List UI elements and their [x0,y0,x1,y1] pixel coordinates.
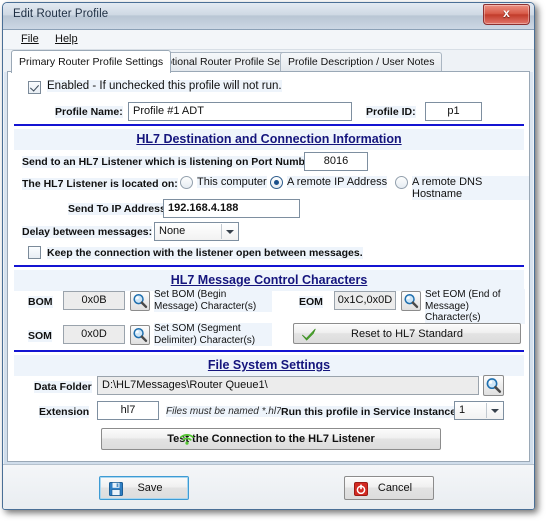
dialog-footer: Save Cancel [3,464,534,509]
bom-input[interactable]: 0x0B [63,291,125,310]
cancel-button[interactable]: Cancel [344,476,434,500]
tab-description-label: Profile Description / User Notes [288,56,435,68]
eom-label: EOM [299,296,323,308]
magnifier-icon [486,378,502,393]
eom-description: Set EOM (End of Message) Character(s) [425,289,525,324]
magnifier-icon [133,328,148,343]
tab-profile-description-user-notes[interactable]: Profile Description / User Notes [280,52,443,72]
reset-to-hl7-standard-label: Reset to HL7 Standard [351,328,463,340]
delay-combobox[interactable]: None [154,222,239,241]
section-title-destination: HL7 Destination and Connection Informati… [14,129,524,150]
extension-note: Files must be named *.hl7 [166,406,282,417]
bom-label: BOM [28,296,53,308]
delay-label: Delay between messages: [22,226,153,238]
edit-router-profile-window: Edit Router Profile x File Help Primary … [2,2,535,510]
chevron-down-icon [491,409,499,413]
extension-input[interactable]: hl7 [97,401,159,420]
radio-this-computer-label: This computer [197,176,267,188]
keep-connection-open-label: Keep the connection with the listener op… [47,247,363,259]
test-connection-button[interactable]: Test the Connection to the HL7 Listener [101,428,441,450]
set-eom-magnifier-button[interactable] [401,291,421,311]
test-connection-label: Test the Connection to the HL7 Listener [167,433,375,445]
menu-item-file-label: File [21,33,39,45]
menu-item-file[interactable]: File [21,33,39,45]
save-button-label: Save [137,482,163,494]
title-bar: Edit Router Profile x [3,3,534,30]
profile-id-label: Profile ID: [366,106,416,118]
reset-to-hl7-standard-button[interactable]: Reset to HL7 Standard [293,323,521,344]
floppy-disk-icon [109,482,123,496]
radio-remote-dns-hostname[interactable] [395,176,408,189]
menu-item-help-label: Help [55,33,78,45]
tab-primary-label: Primary Router Profile Settings [19,56,164,68]
tab-strip: Primary Router Profile Settings Optional… [3,50,534,73]
chevron-down-icon [226,230,234,234]
close-button[interactable]: x [483,4,530,25]
ip-address-input[interactable]: 192.168.4.188 [163,199,300,218]
tab-page-primary-settings: Enabled - If unchecked this profile will… [7,71,530,462]
section-title-file-system: File System Settings [14,355,524,376]
menu-bar: File Help [3,30,534,50]
som-input[interactable]: 0x0D [63,325,125,344]
port-label: Send to an HL7 Listener which is listeni… [22,156,319,168]
menu-item-help[interactable]: Help [55,33,78,45]
data-folder-input[interactable]: D:\HL7Messages\Router Queue1\ [97,376,479,395]
listener-location-label: The HL7 Listener is located on: [22,178,178,190]
profile-name-label: Profile Name: [55,106,123,118]
close-icon: x [503,6,510,20]
combobox-separator [221,224,222,239]
som-label: SOM [28,330,52,342]
service-instance-combobox[interactable]: 1 [454,401,504,420]
keep-connection-open-checkbox[interactable] [28,246,41,259]
service-instance-label: Run this profile in Service Instance # [281,406,465,418]
extension-label: Extension [39,406,90,418]
profile-name-input[interactable]: Profile #1 ADT [128,102,352,121]
radio-remote-ip-address-label: A remote IP Address [287,176,388,188]
combobox-separator [486,403,487,418]
green-check-icon [302,328,316,341]
tab-primary-router-profile-settings[interactable]: Primary Router Profile Settings [11,50,172,73]
save-button[interactable]: Save [99,476,189,500]
magnifier-icon [404,294,419,309]
som-description: Set SOM (Segment Delimiter) Character(s) [154,323,272,346]
data-folder-label: Data Folder [34,381,92,393]
window-title: Edit Router Profile [13,8,109,20]
browse-data-folder-button[interactable] [483,375,504,396]
ip-address-label: Send To IP Address: [68,203,170,215]
profile-id-input[interactable]: p1 [425,102,482,121]
screen-root: Edit Router Profile x File Help Primary … [0,0,550,521]
radio-remote-ip-address[interactable] [270,176,283,189]
port-input[interactable]: 8016 [304,152,368,171]
wifi-signal-icon [180,434,194,445]
service-instance-value: 1 [459,404,466,416]
eom-input[interactable]: 0x1C,0x0D [334,291,396,310]
delay-combobox-value: None [159,225,186,237]
enabled-checkbox[interactable] [28,81,41,94]
set-bom-magnifier-button[interactable] [130,291,150,311]
set-som-magnifier-button[interactable] [130,325,150,345]
bom-description: Set BOM (Begin Message) Character(s) [154,289,272,312]
radio-remote-dns-hostname-label: A remote DNS Hostname [412,176,529,200]
power-off-icon [354,482,368,496]
magnifier-icon [133,294,148,309]
section-title-control-chars: HL7 Message Control Characters [14,270,524,291]
enabled-checkbox-label: Enabled - If unchecked this profile will… [47,80,282,92]
cancel-button-label: Cancel [377,482,413,494]
radio-this-computer[interactable] [180,176,193,189]
